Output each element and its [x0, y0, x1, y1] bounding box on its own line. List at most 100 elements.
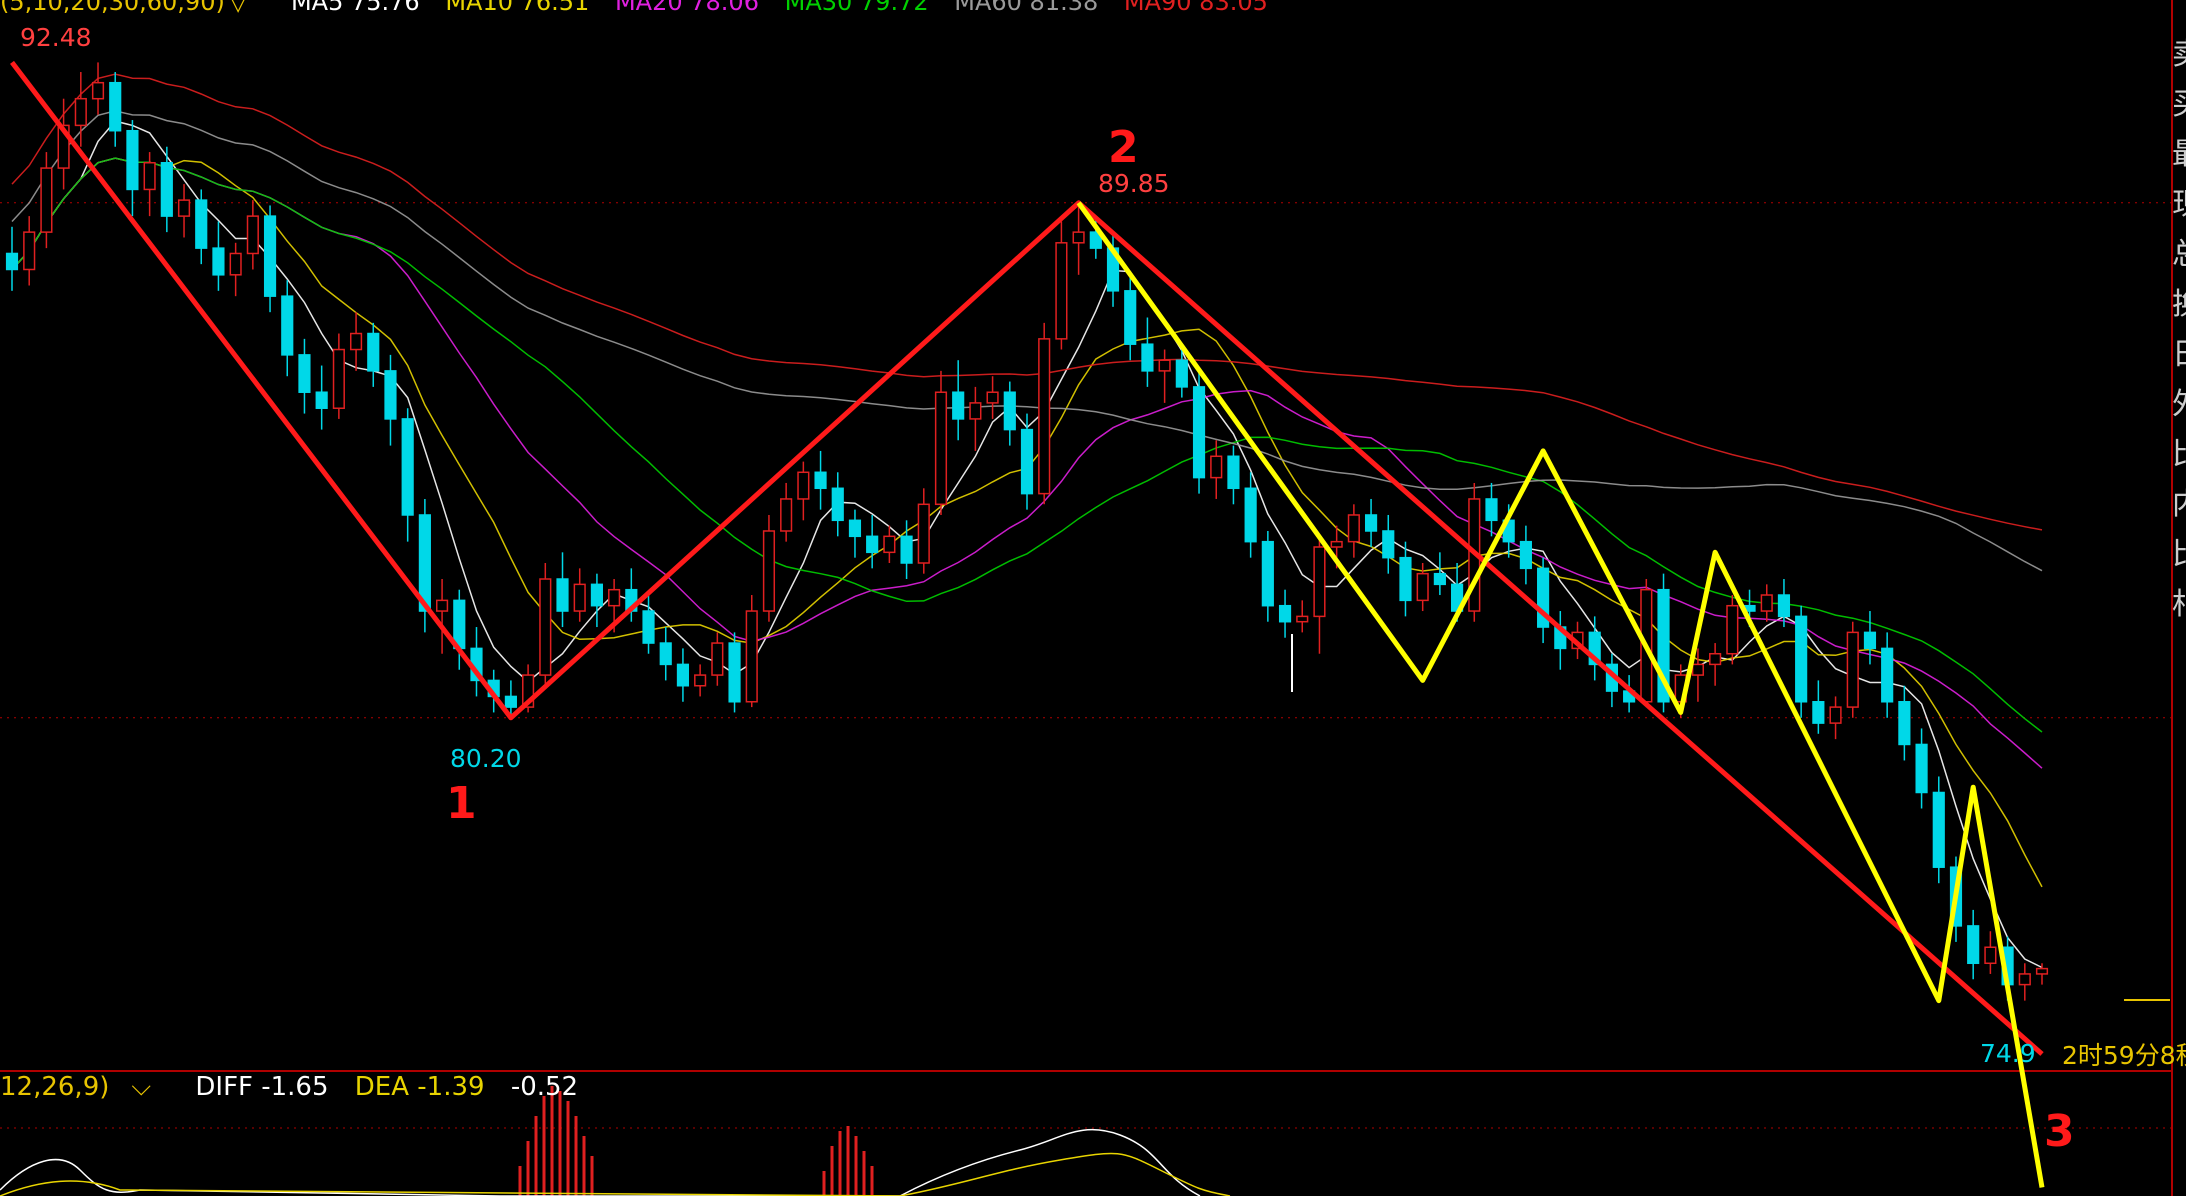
candle	[1055, 221, 1068, 350]
candle-body	[1795, 615, 1808, 703]
candle	[229, 242, 242, 297]
candle-body	[1296, 615, 1309, 623]
candle	[745, 595, 758, 708]
candle	[986, 376, 999, 419]
peak2-price-label: 89.85	[1098, 169, 1170, 198]
candle-body	[1278, 604, 1292, 623]
side-quote-label: 卖	[2172, 30, 2186, 80]
candle-body	[1691, 663, 1705, 676]
candle-body	[229, 252, 242, 276]
low1-price-label: 80.20	[450, 744, 522, 773]
candle	[556, 552, 569, 628]
candle	[1829, 696, 1842, 740]
diff-value: DIFF -1.65	[195, 1072, 329, 1102]
candle	[195, 189, 208, 265]
candle-body	[866, 535, 879, 554]
candle	[315, 365, 328, 430]
candle	[2018, 963, 2031, 1001]
candle-body	[728, 642, 741, 703]
candle-body	[1124, 290, 1137, 345]
ma20-legend: MA20 78.06	[614, 0, 759, 16]
candle	[1003, 381, 1016, 446]
candle	[298, 338, 311, 414]
candle	[1244, 472, 1257, 558]
candle-body	[1829, 706, 1842, 724]
candle-body	[1364, 514, 1378, 532]
candle-body	[1175, 359, 1188, 388]
candle-body	[1003, 391, 1016, 431]
side-quote-panel: 卖买最现总换日外比内比相	[2172, 30, 2186, 670]
candle	[780, 482, 793, 542]
candle	[883, 525, 896, 564]
dea-value: DEA -1.39	[354, 1072, 485, 1102]
candle	[1984, 931, 1997, 974]
candle-body	[934, 391, 948, 506]
candle	[952, 360, 965, 441]
candle-body	[1244, 487, 1257, 543]
candle-body	[1261, 540, 1274, 607]
candle	[5, 226, 19, 291]
candle-body	[2035, 967, 2049, 975]
candle-body	[401, 418, 414, 516]
candle-body	[1158, 359, 1171, 372]
candle-body	[109, 81, 122, 132]
candle-body	[1984, 946, 1997, 965]
candle-body	[762, 530, 776, 612]
candle-body	[986, 391, 999, 404]
ma5-legend: MA5 75.76	[290, 0, 420, 16]
candle-body	[1055, 242, 1068, 340]
candle	[1038, 322, 1051, 505]
candle-body	[1347, 514, 1360, 543]
candle-body	[1915, 743, 1928, 794]
grid-layer	[0, 0, 2173, 1196]
side-quote-label: 最	[2172, 130, 2186, 180]
candle-body	[91, 81, 105, 100]
candle-body	[590, 583, 603, 607]
chart-canvas[interactable]: 92.48 89.85 80.20 74.9 1 2 3	[0, 0, 2186, 1196]
candle-body	[1433, 572, 1446, 586]
candle-body	[23, 231, 36, 271]
candle	[1227, 445, 1240, 505]
candle-body	[126, 129, 139, 191]
candle	[969, 386, 982, 451]
macd-params[interactable]: 12,26,9) ⌵	[0, 1072, 169, 1102]
candle-body	[1760, 594, 1773, 612]
candle	[1141, 317, 1154, 387]
candle-body	[5, 252, 19, 271]
candle-body	[1898, 701, 1911, 746]
ma-params[interactable]: (5,10,20,30,60,90) ▽	[0, 0, 265, 16]
candle	[1382, 514, 1395, 574]
chevron-down-icon[interactable]: ⌵	[131, 1072, 151, 1102]
candle	[1588, 616, 1601, 681]
candle-body	[1846, 631, 1859, 708]
candle	[1433, 552, 1446, 596]
side-quote-label: 买	[2172, 80, 2186, 130]
candle-body	[504, 695, 517, 708]
candle	[436, 579, 449, 654]
candle-body	[1519, 540, 1532, 570]
side-quote-label: 内	[2172, 480, 2186, 530]
chevron-down-icon[interactable]: ▽	[229, 0, 247, 16]
candle-body	[436, 599, 449, 612]
ma90-legend: MA90 83.05	[1123, 0, 1268, 16]
candle-body	[848, 519, 862, 538]
candle	[1519, 525, 1532, 585]
candle	[590, 573, 603, 628]
candle	[1726, 595, 1739, 665]
candle-body	[608, 588, 621, 607]
candle	[1760, 584, 1773, 622]
macd-diff-line	[0, 1128, 1201, 1196]
candle	[91, 62, 105, 115]
candle-body	[195, 199, 208, 249]
candle	[212, 221, 225, 291]
side-quote-label: 比	[2172, 530, 2186, 580]
macd-dea-line	[0, 1152, 1231, 1196]
candle	[367, 322, 380, 387]
moving-average-layer	[11, 73, 2043, 969]
side-quote-label: 相	[2172, 580, 2186, 630]
candle	[1863, 611, 1877, 665]
candle	[23, 216, 36, 286]
wave-1-label: 1	[446, 778, 477, 829]
candle-body	[556, 578, 569, 612]
candlestick-chart[interactable]: 92.48 89.85 80.20 74.9 1 2 3 (5,10,20,30…	[0, 0, 2186, 1196]
